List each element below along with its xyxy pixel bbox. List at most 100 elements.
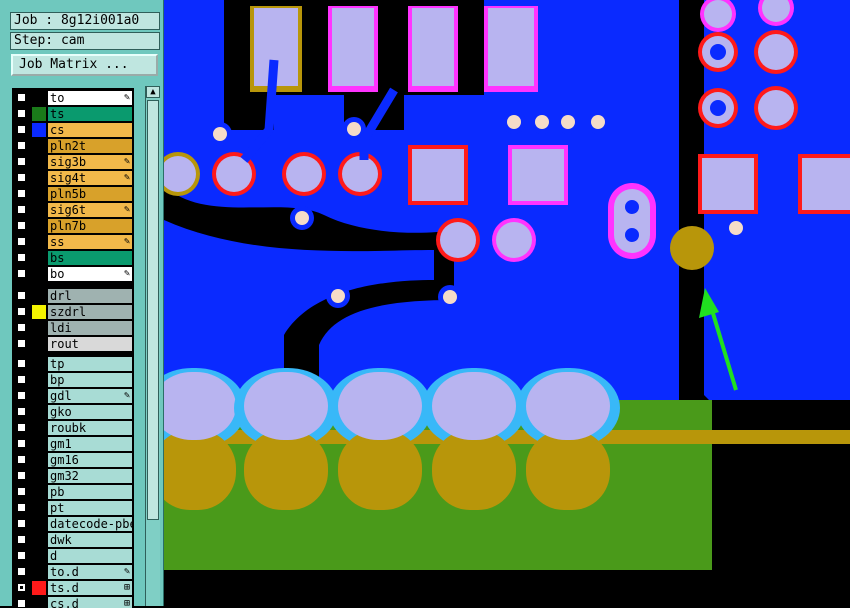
layer-name[interactable]: cs.d ⊞: [48, 597, 132, 608]
layer-color-swatch[interactable]: [32, 251, 46, 265]
layer-name[interactable]: ts: [48, 107, 132, 121]
layer-color-swatch[interactable]: [32, 421, 46, 435]
layer-row-ldi[interactable]: ldi: [14, 320, 132, 336]
layer-checkbox[interactable]: [17, 535, 26, 544]
layer-row-pln7b[interactable]: pln7b: [14, 218, 132, 234]
layer-color-swatch[interactable]: [32, 171, 46, 185]
layer-name[interactable]: szdrl: [48, 305, 132, 319]
layer-name[interactable]: rout: [48, 337, 132, 351]
layer-checkbox[interactable]: [17, 567, 26, 576]
layer-row-gdl[interactable]: gdl ✎: [14, 388, 132, 404]
layer-name[interactable]: d: [48, 549, 132, 563]
layer-row-pln5b[interactable]: pln5b: [14, 186, 132, 202]
layer-name[interactable]: sig4t ✎: [48, 171, 132, 185]
scroll-up-arrow-icon[interactable]: ▲: [146, 86, 160, 98]
layer-row-gko[interactable]: gko: [14, 404, 132, 420]
layer-checkbox[interactable]: [17, 125, 26, 134]
layer-name[interactable]: gm1: [48, 437, 132, 451]
layer-checkbox[interactable]: [17, 173, 26, 182]
job-matrix-button[interactable]: Job Matrix ...: [11, 54, 158, 76]
layer-checkbox[interactable]: [17, 599, 26, 608]
layer-row-pln2t[interactable]: pln2t: [14, 138, 132, 154]
layer-row-gm16[interactable]: gm16: [14, 452, 132, 468]
layer-color-swatch[interactable]: [32, 321, 46, 335]
layer-checkbox[interactable]: [17, 157, 26, 166]
layer-row-to.d[interactable]: to.d ✎: [14, 564, 132, 580]
layer-checkbox[interactable]: [17, 269, 26, 278]
layer-name[interactable]: gko: [48, 405, 132, 419]
layer-color-swatch[interactable]: [32, 517, 46, 531]
layer-name[interactable]: pln5b: [48, 187, 132, 201]
layer-color-swatch[interactable]: [32, 139, 46, 153]
scroll-thumb[interactable]: [147, 100, 159, 520]
layer-color-swatch[interactable]: [32, 581, 46, 595]
layer-name[interactable]: ts.d ⊞: [48, 581, 132, 595]
layer-row-ts[interactable]: ts: [14, 106, 132, 122]
layer-checkbox[interactable]: [17, 455, 26, 464]
layer-checkbox[interactable]: [17, 551, 26, 560]
layer-checkbox[interactable]: [17, 253, 26, 262]
layer-name[interactable]: drl: [48, 289, 132, 303]
layer-color-swatch[interactable]: [32, 597, 46, 608]
layer-name[interactable]: to.d ✎: [48, 565, 132, 579]
layer-name[interactable]: pln2t: [48, 139, 132, 153]
layer-color-swatch[interactable]: [32, 533, 46, 547]
layer-checkbox[interactable]: [17, 307, 26, 316]
layer-checkbox[interactable]: [17, 359, 26, 368]
layer-color-swatch[interactable]: [32, 123, 46, 137]
layer-row-datecode-pbe[interactable]: datecode-pbe: [14, 516, 132, 532]
layer-color-swatch[interactable]: [32, 453, 46, 467]
layer-name[interactable]: gdl ✎: [48, 389, 132, 403]
layer-row-roubk[interactable]: roubk: [14, 420, 132, 436]
layer-color-swatch[interactable]: [32, 437, 46, 451]
layer-row-bp[interactable]: bp: [14, 372, 132, 388]
layer-checkbox[interactable]: [17, 189, 26, 198]
layer-row-pt[interactable]: pt: [14, 500, 132, 516]
layer-row-sig4t[interactable]: sig4t ✎: [14, 170, 132, 186]
layer-name[interactable]: pln7b: [48, 219, 132, 233]
layer-name[interactable]: pt: [48, 501, 132, 515]
layer-name[interactable]: roubk: [48, 421, 132, 435]
layer-color-swatch[interactable]: [32, 565, 46, 579]
layer-row-dwk[interactable]: dwk: [14, 532, 132, 548]
layer-name[interactable]: gm16: [48, 453, 132, 467]
layer-row-sig3b[interactable]: sig3b ✎: [14, 154, 132, 170]
layer-checkbox[interactable]: [17, 471, 26, 480]
layer-color-swatch[interactable]: [32, 405, 46, 419]
layer-color-swatch[interactable]: [32, 187, 46, 201]
layer-color-swatch[interactable]: [32, 155, 46, 169]
layer-color-swatch[interactable]: [32, 501, 46, 515]
layer-checkbox[interactable]: [17, 583, 26, 592]
layer-checkbox[interactable]: [17, 391, 26, 400]
layer-color-swatch[interactable]: [32, 485, 46, 499]
layer-color-swatch[interactable]: [32, 389, 46, 403]
layer-color-swatch[interactable]: [32, 219, 46, 233]
layer-row-d[interactable]: d: [14, 548, 132, 564]
layer-color-swatch[interactable]: [32, 357, 46, 371]
layer-name[interactable]: ss ✎: [48, 235, 132, 249]
layer-checkbox[interactable]: [17, 237, 26, 246]
layer-checkbox[interactable]: [17, 291, 26, 300]
layer-name[interactable]: bo ✎: [48, 267, 132, 281]
layer-color-swatch[interactable]: [32, 305, 46, 319]
layer-row-sig6t[interactable]: sig6t ✎: [14, 202, 132, 218]
layer-row-cs.d[interactable]: cs.d ⊞: [14, 596, 132, 608]
layer-row-gm1[interactable]: gm1: [14, 436, 132, 452]
layer-name[interactable]: sig6t ✎: [48, 203, 132, 217]
layer-checkbox[interactable]: [17, 423, 26, 432]
layer-name[interactable]: gm32: [48, 469, 132, 483]
layer-row-tp[interactable]: tp: [14, 356, 132, 372]
layer-row-ts.d[interactable]: ts.d ⊞: [14, 580, 132, 596]
layer-color-swatch[interactable]: [32, 337, 46, 351]
layer-row-gm32[interactable]: gm32: [14, 468, 132, 484]
layer-row-szdrl[interactable]: szdrl: [14, 304, 132, 320]
layer-list-scrollbar[interactable]: ▲: [145, 86, 160, 606]
layer-checkbox[interactable]: [17, 375, 26, 384]
layer-name[interactable]: cs: [48, 123, 132, 137]
layer-name[interactable]: tp: [48, 357, 132, 371]
layer-row-drl[interactable]: drl: [14, 288, 132, 304]
layer-row-rout[interactable]: rout: [14, 336, 132, 352]
layer-checkbox[interactable]: [17, 519, 26, 528]
layer-row-pb[interactable]: pb: [14, 484, 132, 500]
layer-row-to[interactable]: to ✎: [14, 90, 132, 106]
